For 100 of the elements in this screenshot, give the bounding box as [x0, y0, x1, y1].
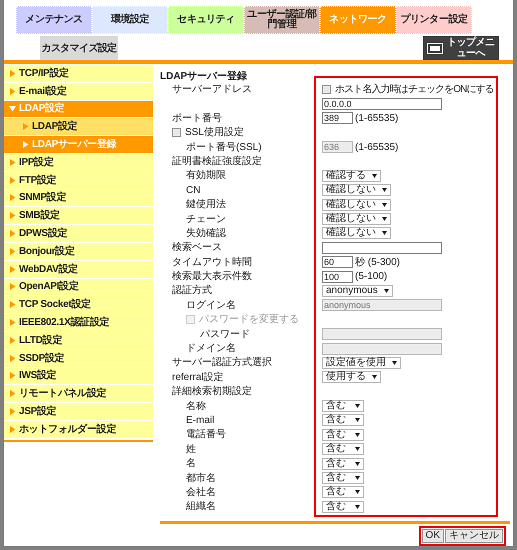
checkbox[interactable]	[322, 85, 331, 94]
sidebar-item[interactable]: SMB設定	[4, 207, 153, 224]
dropdown[interactable]: 含む	[322, 500, 364, 513]
field-label: 姓	[186, 442, 196, 457]
triangle-right-icon	[9, 70, 16, 77]
field-label: サーバーアドレス	[172, 83, 252, 97]
caret-icon	[384, 288, 389, 293]
field-label: 検索最大表示件数	[172, 270, 252, 284]
triangle-right-icon	[9, 372, 16, 380]
sidebar-item[interactable]: SNMP設定	[4, 190, 153, 206]
caret-icon	[382, 217, 387, 222]
dropdown[interactable]: 設定値を使用	[322, 356, 401, 369]
triangle-right-icon	[9, 212, 16, 220]
field-label: CN	[186, 184, 200, 198]
dropdown[interactable]: 含む	[322, 414, 364, 426]
sidebar-item[interactable]: Bonjour設定	[4, 242, 153, 260]
sidebar-item[interactable]: FTP設定	[4, 172, 153, 189]
nav-tab[interactable]: プリンター設定	[396, 6, 472, 34]
section-title: LDAPサーバー登録	[160, 70, 248, 82]
field-label: 電話番号	[186, 428, 226, 442]
field-label: 名称	[186, 400, 206, 414]
sub-tab[interactable]: カスタマイズ設定	[40, 36, 118, 60]
field-label: チェーン	[186, 212, 226, 227]
field-label: referral設定	[172, 370, 224, 385]
dropdown[interactable]: 確認する	[322, 170, 381, 182]
triangle-right-icon	[9, 176, 16, 184]
triangle-right-icon	[9, 390, 16, 398]
form-button[interactable]: キャンセル	[445, 528, 503, 543]
top-menu-button[interactable]: トップメニューへ	[423, 36, 499, 60]
sidebar-item[interactable]: IWS設定	[4, 368, 153, 384]
triangle-right-icon	[9, 283, 16, 290]
caret-icon	[355, 447, 360, 452]
sidebar-item[interactable]: DPWS設定	[4, 225, 153, 242]
field-label: 詳細検索初期設定	[172, 384, 252, 400]
form-button[interactable]: OK	[422, 528, 444, 543]
caret-icon	[355, 476, 360, 480]
caret-icon	[382, 231, 387, 236]
sidebar-item[interactable]: WebDAV設定	[4, 260, 153, 278]
caret-icon	[355, 418, 360, 422]
dropdown[interactable]: 確認しない	[322, 227, 391, 240]
dropdown[interactable]: 使用する	[322, 371, 381, 384]
triangle-right-icon	[9, 158, 16, 166]
field-label: 都市名	[186, 472, 216, 486]
sidebar-item[interactable]: OpenAPI設定	[4, 278, 153, 296]
sidebar-item[interactable]: LLTD設定	[4, 332, 153, 349]
dropdown[interactable]: anonymous	[322, 284, 393, 297]
field-label: ログイン名	[186, 298, 236, 313]
text-field[interactable]	[322, 242, 442, 254]
dropdown[interactable]: 確認しない	[322, 213, 391, 226]
text-field[interactable]: 389	[322, 112, 353, 124]
field-label: 名	[186, 457, 196, 472]
text-field[interactable]: 0.0.0.0	[322, 98, 442, 110]
sidebar-item[interactable]: JSP設定	[4, 403, 153, 420]
field-label: 検索ベース	[172, 240, 222, 256]
dropdown[interactable]: 確認しない	[322, 198, 391, 211]
dropdown[interactable]: 確認しない	[322, 184, 391, 196]
window-icon	[427, 42, 443, 54]
triangle-right-icon	[9, 230, 16, 238]
nav-tab[interactable]: セキュリティ	[168, 6, 244, 34]
nav-tab[interactable]: ユーザー認証/部門管理	[244, 6, 320, 34]
sidebar-item[interactable]: ホットフォルダー設定	[4, 420, 153, 438]
caret-icon	[372, 375, 377, 380]
triangle-right-icon	[9, 408, 16, 416]
text-field[interactable]: 100	[322, 270, 353, 283]
checkbox[interactable]	[172, 128, 181, 138]
sidebar-item[interactable]: TCP/IP設定	[4, 65, 153, 82]
field-label: サーバー認証方式選択	[172, 356, 272, 370]
triangle-right-icon	[9, 354, 16, 362]
dropdown[interactable]: 含む	[322, 486, 364, 498]
nav-tab[interactable]: メンテナンス	[16, 6, 92, 34]
triangle-right-icon	[22, 141, 29, 148]
dropdown[interactable]: 含む	[322, 428, 364, 441]
field-label: 鍵使用法	[186, 198, 226, 212]
field-label: 組織名	[186, 500, 216, 514]
sidebar-item[interactable]: IPP設定	[4, 154, 153, 171]
dropdown[interactable]: 含む	[322, 458, 364, 470]
caret-icon	[355, 490, 360, 494]
triangle-right-icon	[9, 319, 16, 326]
sidebar-item[interactable]: TCP Socket設定	[4, 296, 153, 314]
sidebar-item[interactable]: E-mail設定	[4, 82, 153, 100]
sidebar-item[interactable]: LDAP設定	[4, 118, 153, 136]
field-label: ポート番号(SSL)	[186, 140, 262, 155]
sidebar-item[interactable]: IEEE802.1X認証設定	[4, 314, 153, 331]
checkbox-label: ホスト名入力時はチェックをONにする	[335, 82, 494, 97]
dropdown[interactable]: 含む	[322, 400, 364, 412]
dropdown[interactable]: 含む	[322, 443, 364, 456]
dropdown[interactable]: 含む	[322, 472, 364, 484]
sidebar-item[interactable]: リモートパネル設定	[4, 385, 153, 402]
field-label: ポート番号	[172, 112, 222, 126]
text-field[interactable]: 60	[322, 256, 353, 268]
nav-tab[interactable]: 環境設定	[92, 6, 168, 34]
field-label: 認証方式	[172, 284, 212, 298]
range-hint: 秒 (5-300)	[355, 256, 400, 270]
field-label: 証明書検証強度設定	[172, 154, 262, 169]
field-label: ドメイン名	[186, 342, 236, 356]
sidebar-item[interactable]: SSDP設定	[4, 350, 153, 367]
range-hint: (1-65535)	[355, 112, 398, 126]
caret-icon	[382, 202, 387, 207]
field-label: パスワード	[200, 328, 250, 342]
caret-icon	[355, 504, 360, 509]
